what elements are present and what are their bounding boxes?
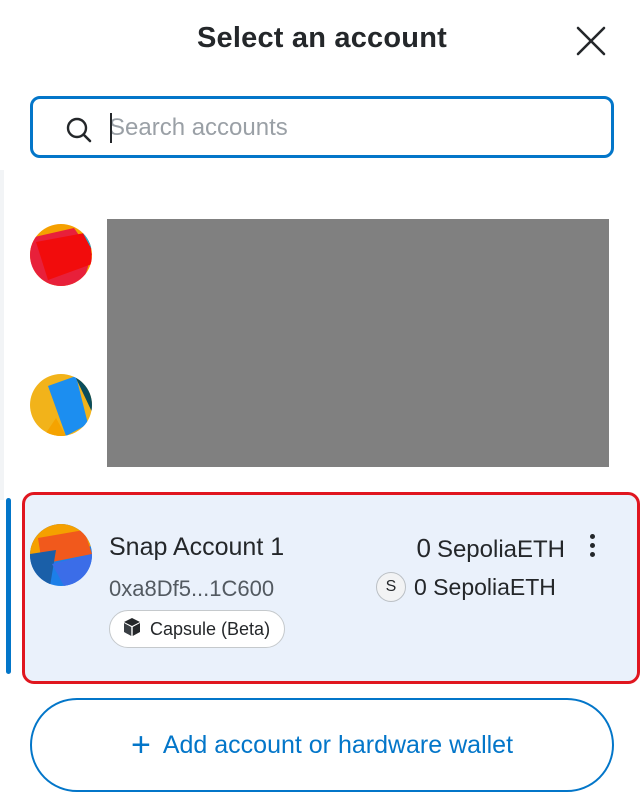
more-options-icon[interactable] bbox=[584, 532, 600, 562]
account-address: 0xa8Df5...1C600 bbox=[109, 576, 275, 601]
text-caret bbox=[110, 113, 112, 143]
selected-indicator bbox=[6, 498, 11, 674]
snap-badge: Capsule (Beta) bbox=[109, 610, 286, 648]
add-account-label: Add account or hardware wallet bbox=[162, 730, 514, 759]
cube-icon bbox=[122, 617, 142, 642]
primary-balance: 0 SepoliaETH bbox=[416, 533, 565, 564]
account-name: Snap Account 1 bbox=[109, 533, 285, 561]
redacted-account-details bbox=[107, 219, 609, 467]
search-input[interactable] bbox=[109, 111, 599, 145]
badge-label: Capsule (Beta) bbox=[150, 618, 271, 639]
add-account-button[interactable]: + Add account or hardware wallet bbox=[30, 698, 614, 792]
account-avatar[interactable] bbox=[30, 524, 92, 586]
balance-unit: SepoliaETH bbox=[436, 536, 565, 563]
page-title: Select an account bbox=[197, 22, 447, 54]
token-icon: S bbox=[376, 572, 406, 602]
balance-value: 0 bbox=[416, 533, 431, 563]
plus-icon: + bbox=[130, 726, 151, 764]
account-avatar[interactable] bbox=[30, 224, 92, 286]
modal-header: Select an account bbox=[0, 0, 644, 80]
search-icon bbox=[65, 116, 93, 144]
secondary-balance-text: 0 SepoliaETH bbox=[414, 573, 556, 600]
account-avatar[interactable] bbox=[30, 374, 92, 436]
close-icon[interactable] bbox=[574, 24, 608, 58]
scroll-edge bbox=[0, 170, 4, 500]
secondary-balance: S 0 SepoliaETH bbox=[376, 572, 556, 602]
search-box[interactable] bbox=[30, 96, 614, 158]
